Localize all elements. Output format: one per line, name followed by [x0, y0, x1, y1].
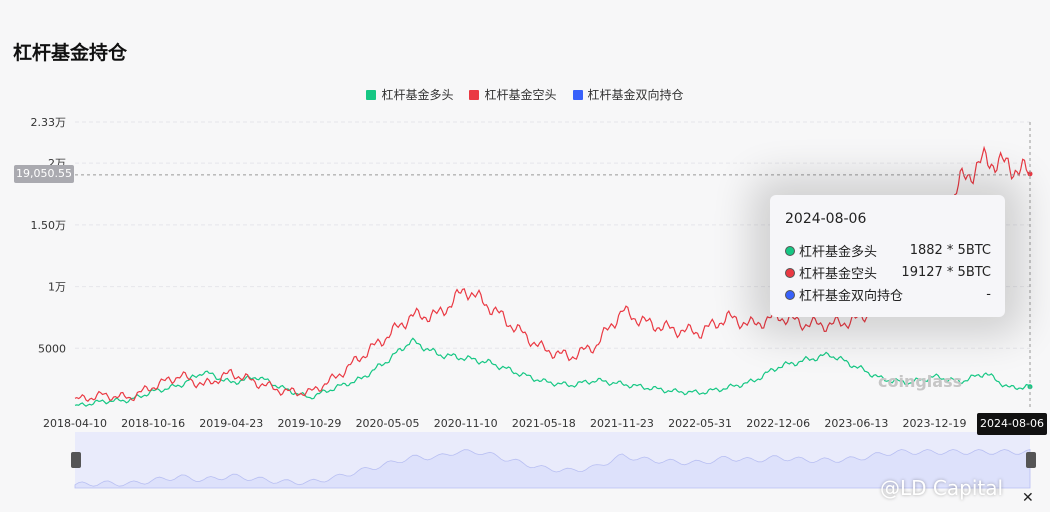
- tooltip-value-both: -: [986, 287, 991, 302]
- navigator-handle-left: [71, 452, 81, 468]
- tooltip-dot-short: [785, 267, 795, 278]
- tooltip-date: 2024-08-06: [785, 211, 867, 227]
- ld-capital-watermark: @LD Capital: [880, 476, 1004, 500]
- x-tick-label: 2018-10-16: [121, 417, 185, 430]
- x-tick-label: 2022-05-31: [668, 417, 732, 430]
- x-tick-label: 2023-12-19: [903, 417, 967, 430]
- tooltip-value-short: 19127 * 5BTC: [901, 265, 991, 280]
- data-tooltip: 2024-08-06 杠杆基金多头 1882 * 5BTC 杠杆基金空头 191…: [770, 195, 1005, 317]
- tooltip-dot-both: [785, 289, 795, 300]
- y-tick-label: 5000: [38, 342, 66, 355]
- y-axis: 50001万1.50万2万2.33万: [31, 116, 67, 355]
- tooltip-value-long: 1882 * 5BTC: [909, 243, 991, 258]
- x-tick-label: 2023-06-13: [824, 417, 888, 430]
- crosshair-y-value: 19,050.55: [14, 165, 74, 183]
- x-tick-label: 2020-05-05: [356, 417, 420, 430]
- x-tick-label: 2022-12-06: [746, 417, 810, 430]
- y-tick-label: 2.33万: [31, 116, 67, 129]
- tooltip-row-short: 杠杆基金空头 19127 * 5BTC: [785, 263, 991, 282]
- tooltip-name-short: 杠杆基金空头: [799, 267, 878, 282]
- x-axis: 2018-04-10 2018-10-16 2019-04-23 2019-10-29…: [43, 417, 966, 430]
- tooltip-row-both: 杠杆基金双向持仓 -: [785, 285, 991, 304]
- tooltip-row-long: 杠杆基金多头 1882 * 5BTC: [785, 241, 991, 260]
- x-tick-label: 2018-04-10: [43, 417, 107, 430]
- coinglass-watermark: coinglass: [878, 372, 963, 391]
- x-tick-label: 2019-04-23: [199, 417, 263, 430]
- navigator-handle-right: [1026, 452, 1036, 468]
- tooltip-name-both: 杠杆基金双向持仓: [799, 289, 904, 304]
- tooltip-dot-long: [785, 245, 795, 256]
- x-tick-label: 2020-11-10: [434, 417, 498, 430]
- tooltip-name-long: 杠杆基金多头: [799, 245, 878, 260]
- x-tick-label: 2021-11-23: [590, 417, 654, 430]
- x-tick-label: 2021-05-18: [512, 417, 576, 430]
- x-axis-highlight-date: 2024-08-06: [977, 413, 1047, 435]
- y-tick-label: 1.50万: [31, 219, 67, 232]
- x-tick-label: 2019-10-29: [277, 417, 341, 430]
- close-icon[interactable]: ✕: [1022, 490, 1034, 506]
- y-tick-label: 1万: [48, 281, 66, 294]
